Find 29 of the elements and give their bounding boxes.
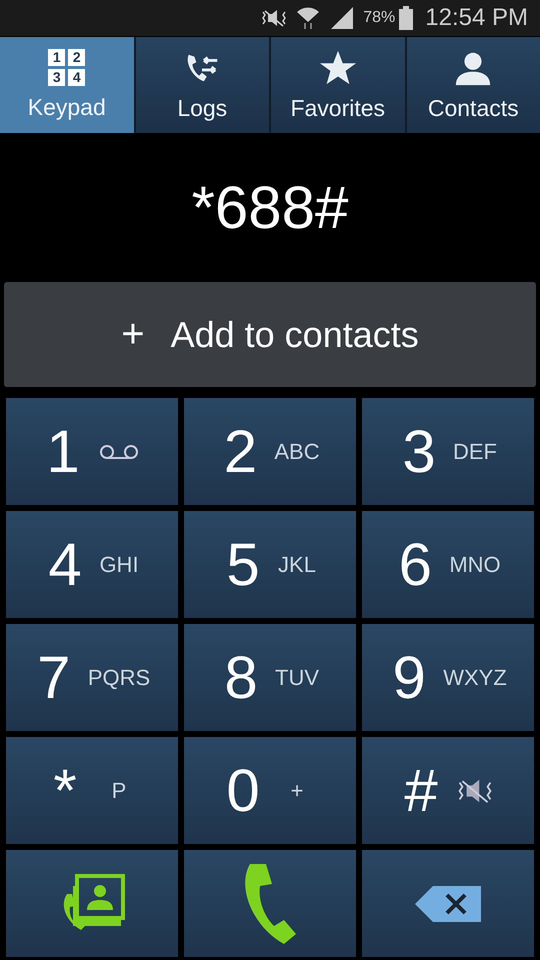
mute-icon xyxy=(261,8,288,28)
clock: 12:54 PM xyxy=(425,4,528,32)
backspace-button[interactable] xyxy=(362,850,534,957)
dial-key[interactable]: # xyxy=(362,737,534,844)
backspace-icon xyxy=(413,884,483,924)
call-button[interactable] xyxy=(184,850,356,957)
contact-call-button[interactable] xyxy=(6,850,178,957)
battery-percent: 78% xyxy=(363,9,396,27)
star-icon xyxy=(318,48,357,86)
dial-key[interactable]: 2 ABC xyxy=(184,398,356,505)
dialed-number: *688# xyxy=(192,173,348,242)
dial-key[interactable]: * P xyxy=(6,737,178,844)
dial-key[interactable]: 8 TUV xyxy=(184,624,356,731)
dial-key[interactable]: 6 MNO xyxy=(362,511,534,618)
tab[interactable]: Logs xyxy=(136,37,269,133)
add-to-contacts-button[interactable]: + Add to contacts xyxy=(4,282,536,387)
dial-key[interactable]: 9 WXYZ xyxy=(362,624,534,731)
dial-key[interactable]: 1 xyxy=(6,398,178,505)
dial-key[interactable]: 4 GHI xyxy=(6,511,178,618)
battery-icon xyxy=(399,6,414,30)
wifi-icon xyxy=(295,6,322,30)
tab[interactable]: 1 2 3 4 Keypad xyxy=(0,37,134,133)
dial-key[interactable]: 7 PQRS xyxy=(6,624,178,731)
tab[interactable]: Contacts xyxy=(406,37,540,133)
signal-icon xyxy=(329,7,356,29)
dial-key[interactable]: 5 JKL xyxy=(184,511,356,618)
tab[interactable]: Favorites xyxy=(271,37,404,133)
dial-key[interactable]: 3 DEF xyxy=(362,398,534,505)
dial-key[interactable]: 0 + xyxy=(184,737,356,844)
